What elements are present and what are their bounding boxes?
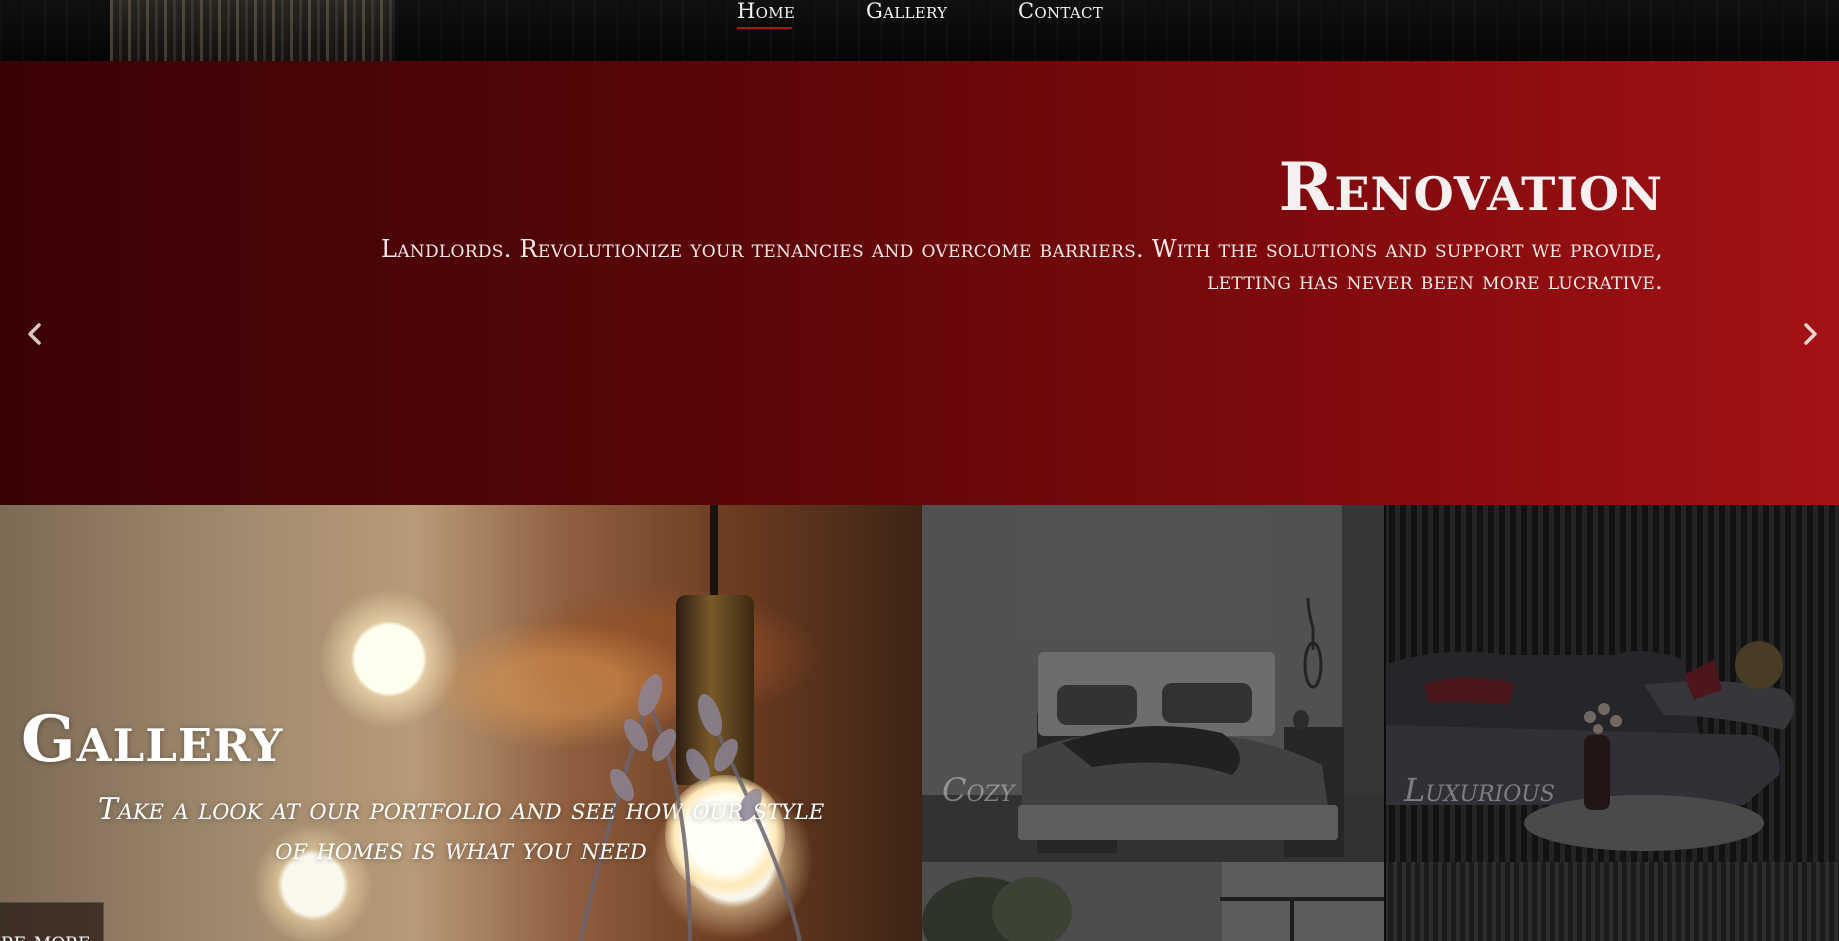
lamp-cord-image [710, 505, 718, 600]
tile-label-luxurious: Luxurious [1404, 771, 1555, 809]
gallery-title: Gallery [21, 702, 284, 777]
see-more-button[interactable]: re more [0, 902, 104, 941]
tile-divider [1384, 505, 1386, 941]
tile-label-cozy: Cozy [942, 771, 1015, 809]
lavender-sprig-image [578, 674, 802, 941]
gallery-subtitle: Take a look at our portfolio and see how… [0, 790, 922, 870]
gallery-subtitle-line-1: Take a look at our portfolio and see how… [97, 792, 825, 827]
gallery-subtitle-line-2: of homes is what you need [275, 832, 647, 867]
chevron-left-icon[interactable] [20, 319, 50, 349]
gallery-tile-3[interactable] [922, 862, 1384, 941]
hero-subtitle: Landlords. Revolutionize your tenancies … [380, 235, 1663, 295]
nav-item-contact[interactable]: Contact [1018, 0, 1103, 22]
gallery-tile-cozy[interactable]: Cozy [922, 505, 1384, 862]
gallery-tile-luxurious[interactable]: Luxurious [1384, 505, 1839, 862]
nav-item-home[interactable]: Home [737, 0, 795, 22]
interior-plant-image [922, 862, 1384, 941]
hero-title: Renovation [1278, 148, 1663, 226]
nav-item-gallery[interactable]: Gallery [866, 0, 947, 22]
main-nav: Home Gallery Contact [0, 0, 1839, 30]
top-navigation-bar: Home Gallery Contact [0, 0, 1839, 61]
chevron-right-icon[interactable] [1795, 319, 1825, 349]
active-nav-underline [737, 27, 792, 29]
gallery-tile-4[interactable] [1384, 862, 1839, 941]
